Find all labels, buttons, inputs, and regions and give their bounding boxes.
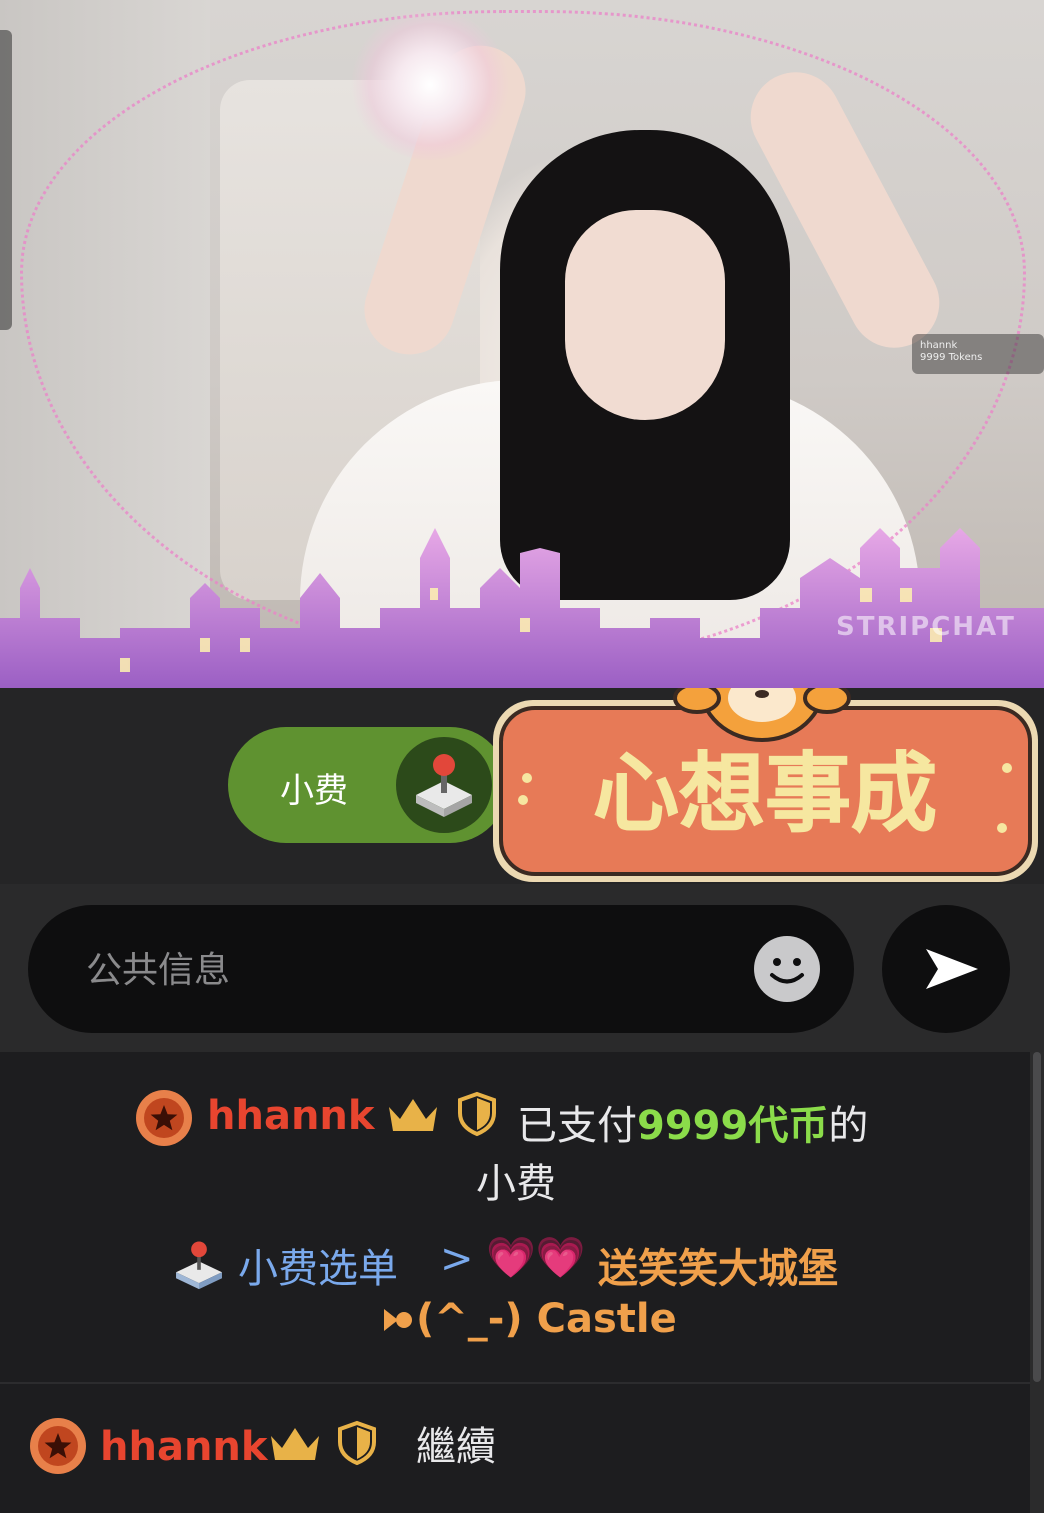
chat-username[interactable]: hhannk bbox=[207, 1093, 375, 1139]
tip-menu-link[interactable]: 小费选单 bbox=[238, 1236, 398, 1294]
sticker-text: 心想事成 bbox=[593, 744, 937, 844]
stripchat-watermark: STRIPCHAT bbox=[836, 612, 1016, 642]
chat-username[interactable]: hhannk bbox=[100, 1424, 268, 1470]
joystick-icon bbox=[170, 1236, 228, 1298]
shield-icon bbox=[336, 1420, 378, 1470]
message-input[interactable] bbox=[84, 939, 728, 1001]
chat-message-text: 繼續 bbox=[416, 1424, 496, 1470]
user-star-badge-icon[interactable] bbox=[30, 1418, 86, 1474]
user-star-badge-icon[interactable] bbox=[136, 1090, 192, 1146]
wink-face-icon bbox=[380, 1303, 414, 1341]
firework-effect bbox=[350, 10, 510, 160]
crown-icon bbox=[386, 1095, 440, 1139]
tip-suffix-text: 的 bbox=[828, 1103, 869, 1149]
tip-paid-text: 已支付 bbox=[517, 1103, 637, 1149]
tip-message-line1: 已支付9999代币的 bbox=[517, 1093, 868, 1151]
shield-icon bbox=[456, 1091, 498, 1141]
tip-button[interactable]: 小费 bbox=[228, 727, 508, 843]
chat-scrollbar-thumb[interactable] bbox=[1033, 1052, 1041, 1382]
gift-item-name: 送笑笑大城堡 bbox=[598, 1246, 838, 1292]
live-video-player[interactable]: hhannk 9999 Tokens STRIPCHAT bbox=[0, 0, 1044, 688]
overlay-tokens: 9999 Tokens bbox=[920, 352, 983, 363]
chevron-right-icon: > bbox=[440, 1236, 474, 1282]
gift-item-subtitle: (^_-) Castle bbox=[416, 1296, 677, 1342]
tip-button-label: 小费 bbox=[280, 771, 348, 811]
smiley-icon[interactable] bbox=[754, 936, 820, 1002]
crown-icon bbox=[268, 1424, 322, 1468]
chat-divider bbox=[0, 1382, 1030, 1384]
tip-message-line2: 小费 bbox=[476, 1161, 556, 1207]
tiger-wish-sticker: 心想事成 bbox=[493, 688, 1038, 882]
joystick-icon bbox=[396, 737, 492, 833]
public-message-field[interactable] bbox=[28, 905, 854, 1033]
tip-amount: 9999代币 bbox=[637, 1103, 829, 1149]
video-tip-overlay: hhannk 9999 Tokens bbox=[912, 334, 1044, 374]
castle-gift-animation bbox=[0, 528, 1044, 688]
send-arrow-icon bbox=[926, 949, 978, 989]
video-side-panel bbox=[0, 30, 12, 330]
heart-emoji-icon: 💗💗 bbox=[486, 1235, 586, 1281]
send-button[interactable] bbox=[882, 905, 1010, 1033]
overlay-username: hhannk bbox=[920, 340, 958, 351]
